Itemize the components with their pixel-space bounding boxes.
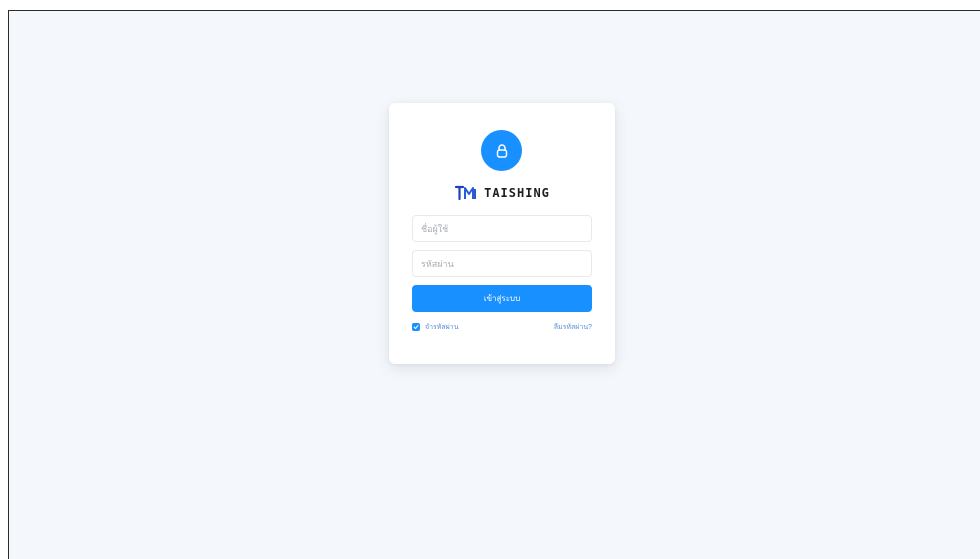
brand-logo	[454, 185, 476, 201]
login-card: TAISHING เข้าสู่ระบบ จำรหัสผ่าน ลืมรหัสผ…	[389, 103, 615, 364]
page-background: TAISHING เข้าสู่ระบบ จำรหัสผ่าน ลืมรหัสผ…	[8, 10, 980, 559]
check-icon	[413, 325, 419, 329]
lock-icon	[496, 143, 507, 158]
login-button[interactable]: เข้าสู่ระบบ	[412, 285, 592, 312]
username-input[interactable]	[412, 215, 592, 242]
password-input[interactable]	[412, 250, 592, 277]
brand-name: TAISHING	[484, 186, 550, 200]
remember-me-label: จำรหัสผ่าน	[425, 323, 459, 331]
form-options: จำรหัสผ่าน ลืมรหัสผ่าน?	[412, 321, 592, 333]
lock-avatar	[481, 130, 522, 171]
checkbox-checked[interactable]	[412, 323, 420, 331]
forgot-password-link[interactable]: ลืมรหัสผ่าน?	[554, 322, 592, 333]
remember-me-checkbox[interactable]: จำรหัสผ่าน	[412, 322, 459, 333]
brand: TAISHING	[389, 183, 615, 203]
